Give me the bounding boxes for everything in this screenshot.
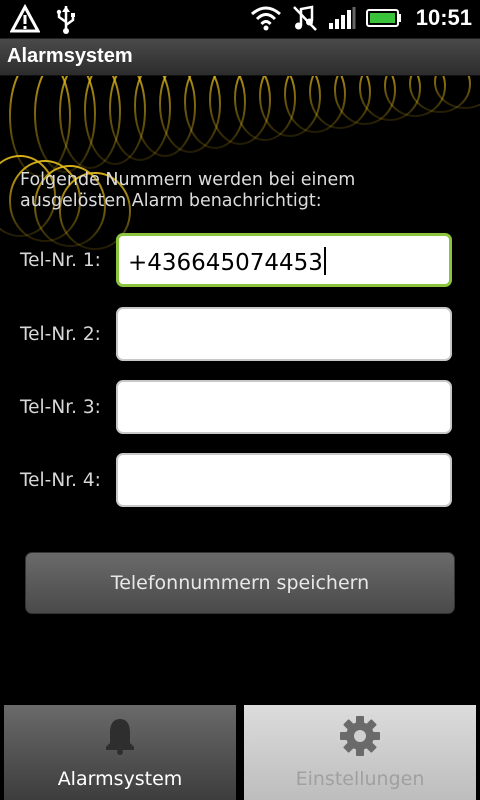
phone-row-3: Tel-Nr. 3: [20, 380, 460, 438]
phone-label-3: Tel-Nr. 3: [20, 397, 101, 418]
usb-icon [54, 4, 78, 34]
phone-label-4: Tel-Nr. 4: [20, 470, 101, 491]
wifi-icon [250, 4, 282, 32]
signal-icon [328, 5, 356, 31]
phone-row-2: Tel-Nr. 2: [20, 307, 460, 365]
text-caret [323, 247, 326, 275]
phone-input-2[interactable] [116, 307, 452, 361]
phone-row-4: Tel-Nr. 4: [20, 453, 460, 511]
tab-bar: Alarmsystem Einstellungen [0, 703, 480, 800]
phone-input-1-value: +436645074453 [128, 250, 323, 276]
phone-input-3[interactable] [116, 380, 452, 434]
tab-einstellungen[interactable]: Einstellungen [244, 705, 476, 800]
tab-alarmsystem[interactable]: Alarmsystem [4, 705, 236, 800]
gear-icon [339, 715, 381, 756]
music-muted-icon [292, 4, 318, 32]
status-clock: 10:51 [415, 5, 472, 30]
phone-label-1: Tel-Nr. 1: [20, 250, 101, 271]
status-bar: 10:51 [0, 0, 480, 39]
intro-text: Folgende Nummern werden bei einem ausgel… [20, 170, 356, 211]
tab-alarmsystem-label: Alarmsystem [57, 768, 183, 790]
tab-einstellungen-label: Einstellungen [295, 768, 425, 790]
phone-input-4[interactable] [116, 453, 452, 507]
title-bar: Alarmsystem [0, 39, 480, 76]
warning-icon [10, 4, 40, 34]
phone-input-1[interactable]: +436645074453 [116, 233, 452, 287]
phone-row-1: Tel-Nr. 1: +436645074453 [20, 233, 460, 291]
save-numbers-button[interactable]: Telefonnummern speichern [25, 552, 455, 614]
bell-icon [100, 715, 140, 755]
battery-icon [365, 7, 402, 29]
phone-label-2: Tel-Nr. 2: [20, 324, 101, 345]
app-title: Alarmsystem [7, 45, 133, 67]
